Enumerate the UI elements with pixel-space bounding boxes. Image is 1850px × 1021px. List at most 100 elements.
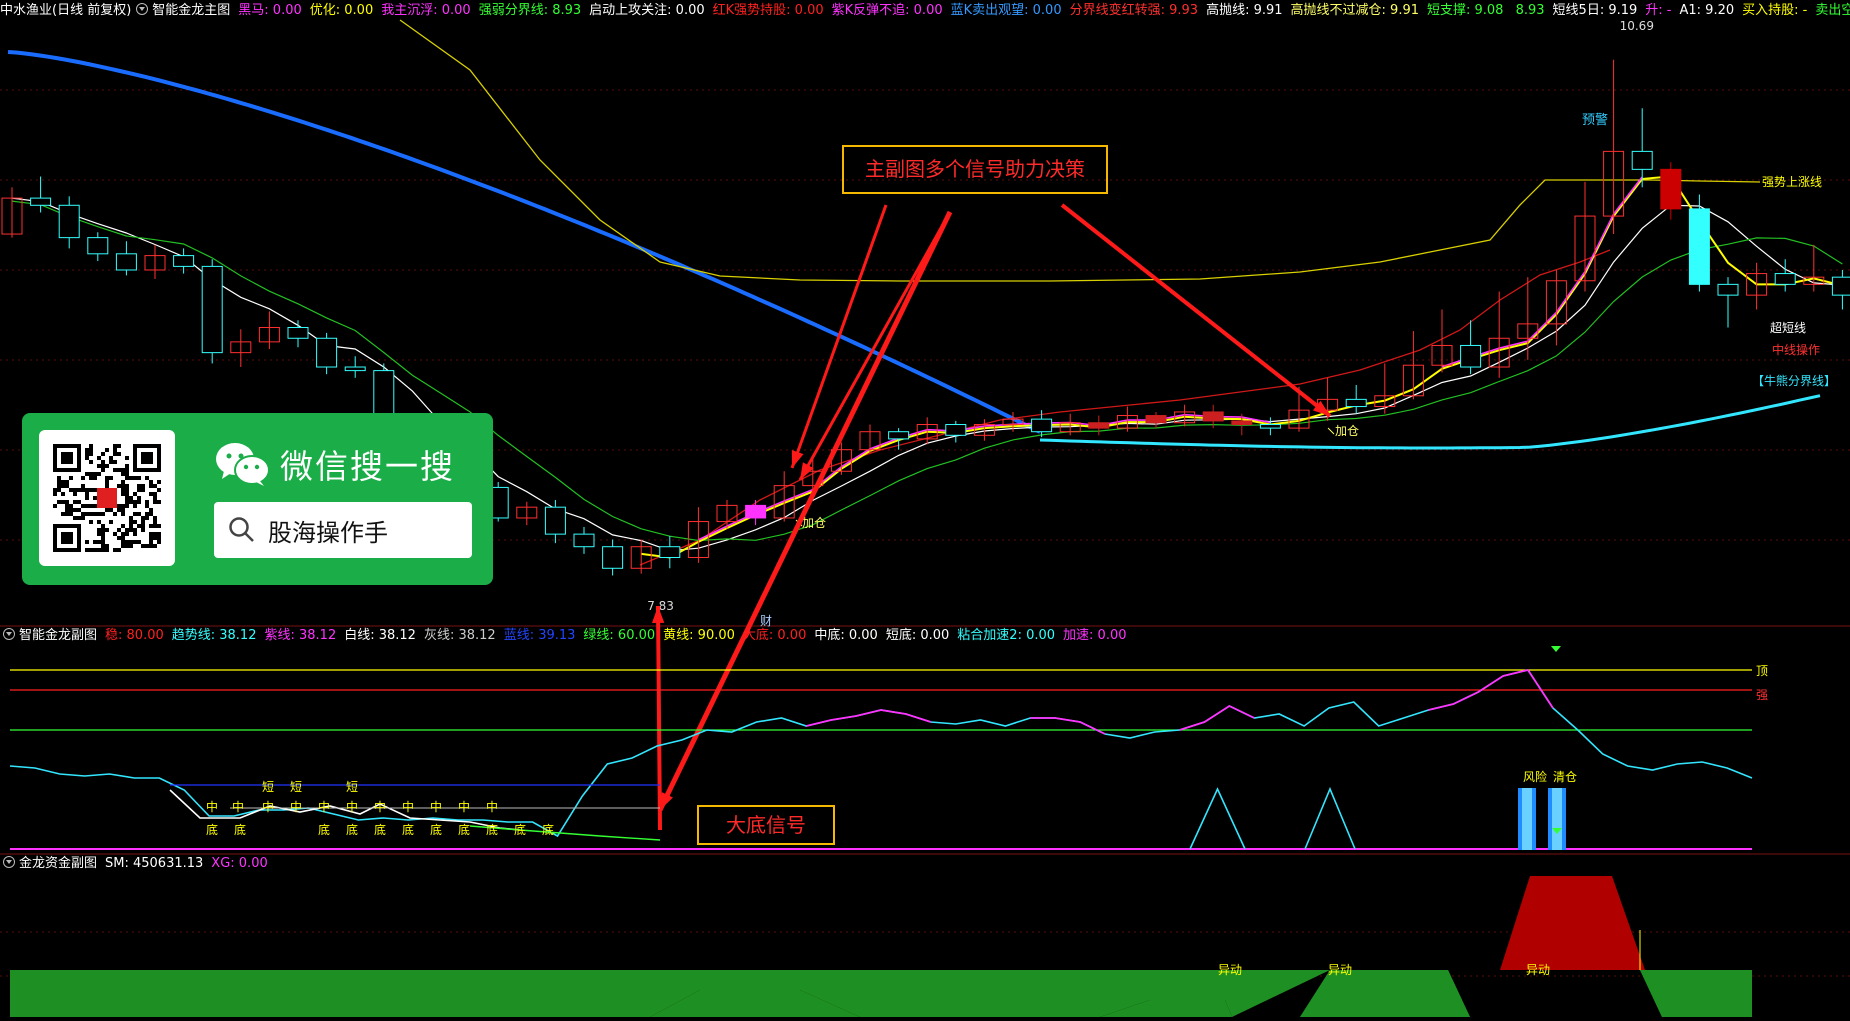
indicator-name[interactable]: 智能金龙主图 <box>152 3 230 18</box>
candle-body <box>1231 420 1253 426</box>
candle-body <box>1345 398 1367 408</box>
qr-module <box>125 504 129 508</box>
qr-module <box>85 512 89 516</box>
bottom-label: 底 <box>430 822 442 837</box>
qr-module <box>93 476 97 480</box>
qr-logo <box>97 488 117 508</box>
qr-module <box>125 456 129 460</box>
header-field: 粘合加速2: 0.00 <box>957 628 1056 643</box>
qr-module <box>157 480 161 484</box>
qr-module <box>149 480 153 484</box>
header-field: 红K强势持股: 0.00 <box>712 3 824 18</box>
header-field: A1: 9.20 <box>1679 3 1735 18</box>
qr-module <box>113 452 117 456</box>
qr-module <box>149 512 153 516</box>
indicator-menu-icon[interactable] <box>3 628 15 640</box>
qr-module <box>117 548 121 552</box>
qr-module <box>101 544 105 548</box>
qr-module <box>153 492 157 496</box>
qr-module <box>137 496 141 500</box>
qr-module <box>61 484 65 488</box>
candle-body <box>1717 283 1739 296</box>
header-field: 白线: 38.12 <box>344 628 416 643</box>
qr-module <box>117 508 121 512</box>
bottom-label: 底 <box>318 822 330 837</box>
header-field: 蓝K卖出观望: 0.00 <box>950 3 1062 18</box>
header-field: 蓝线: 39.13 <box>503 628 576 643</box>
indicator-name[interactable]: 金龙资金副图 <box>19 856 97 871</box>
qr-module <box>129 520 133 524</box>
candle-body <box>1259 424 1281 429</box>
wechat-search-text: 股海操作手 <box>268 519 388 547</box>
candle-body <box>173 255 195 267</box>
qr-module <box>153 520 157 524</box>
qr-module <box>121 480 125 484</box>
qr-module <box>109 460 113 464</box>
qr-module <box>141 528 145 532</box>
qr-module <box>153 536 157 540</box>
candle-body <box>58 204 80 239</box>
mid-bottom-label: 中 <box>374 799 386 814</box>
bottom-label: 底 <box>458 822 470 837</box>
candle-body <box>659 546 681 558</box>
header-field: 8.93 <box>1511 3 1545 18</box>
wechat-search-banner[interactable]: 微信搜一搜 股海操作手 <box>22 413 493 585</box>
qr-module <box>93 512 97 516</box>
mid-bottom-label: 中 <box>430 799 442 814</box>
qr-module <box>121 508 125 512</box>
qr-module <box>117 468 121 472</box>
top-label: 顶 <box>1756 664 1768 678</box>
qr-module <box>153 532 157 536</box>
qr-module <box>69 512 73 516</box>
qr-module <box>81 488 85 492</box>
qr-module <box>97 548 101 552</box>
qr-module <box>121 524 125 528</box>
candle-body <box>87 237 109 255</box>
bottom-label: 底 <box>486 822 498 837</box>
qr-module <box>145 544 149 548</box>
indicator-menu-icon[interactable] <box>136 3 149 15</box>
qr-module <box>109 476 113 480</box>
short-bottom-label: 短 <box>346 780 358 794</box>
qr-module <box>85 456 89 460</box>
bottom-label: 底 <box>402 822 414 837</box>
qr-module <box>61 500 65 504</box>
qr-module <box>69 508 73 512</box>
qr-module <box>101 528 105 532</box>
qr-module <box>89 444 93 448</box>
candle-body <box>115 253 137 271</box>
qr-module <box>77 500 81 504</box>
candle-body <box>745 504 767 519</box>
qr-module <box>145 500 149 504</box>
qr-module <box>153 496 157 500</box>
qr-module <box>113 444 117 448</box>
qr-module <box>141 484 145 488</box>
qr-module <box>137 488 141 492</box>
bottom-label: 底 <box>206 822 218 837</box>
candle-body <box>1631 150 1653 170</box>
header-field: 强弱分界线: 8.93 <box>478 3 582 18</box>
qr-module <box>121 532 125 536</box>
qr-module <box>85 548 89 552</box>
qr-module <box>69 488 73 492</box>
qr-module <box>153 544 157 548</box>
header-field: 买入持股: - <box>1742 3 1808 18</box>
qr-module <box>65 504 69 508</box>
qr-module <box>121 472 125 476</box>
qr-module <box>105 528 109 532</box>
wechat-search-box[interactable]: 股海操作手 <box>214 502 472 558</box>
qr-module <box>97 540 101 544</box>
purple-segment <box>806 709 932 727</box>
candle-body <box>1202 411 1224 422</box>
indicator-menu-icon[interactable] <box>3 856 15 868</box>
qr-module <box>97 512 101 516</box>
qr-module <box>113 448 117 452</box>
header-field: 稳: 80.00 <box>105 628 164 643</box>
header-field: 分界线变红转强: 9.93 <box>1069 3 1199 18</box>
indicator-name[interactable]: 智能金龙副图 <box>19 628 97 643</box>
bottom-label: 底 <box>234 822 246 837</box>
qr-module <box>81 516 85 520</box>
qr-module <box>101 464 105 468</box>
qr-module <box>105 464 109 468</box>
qr-module <box>65 500 69 504</box>
